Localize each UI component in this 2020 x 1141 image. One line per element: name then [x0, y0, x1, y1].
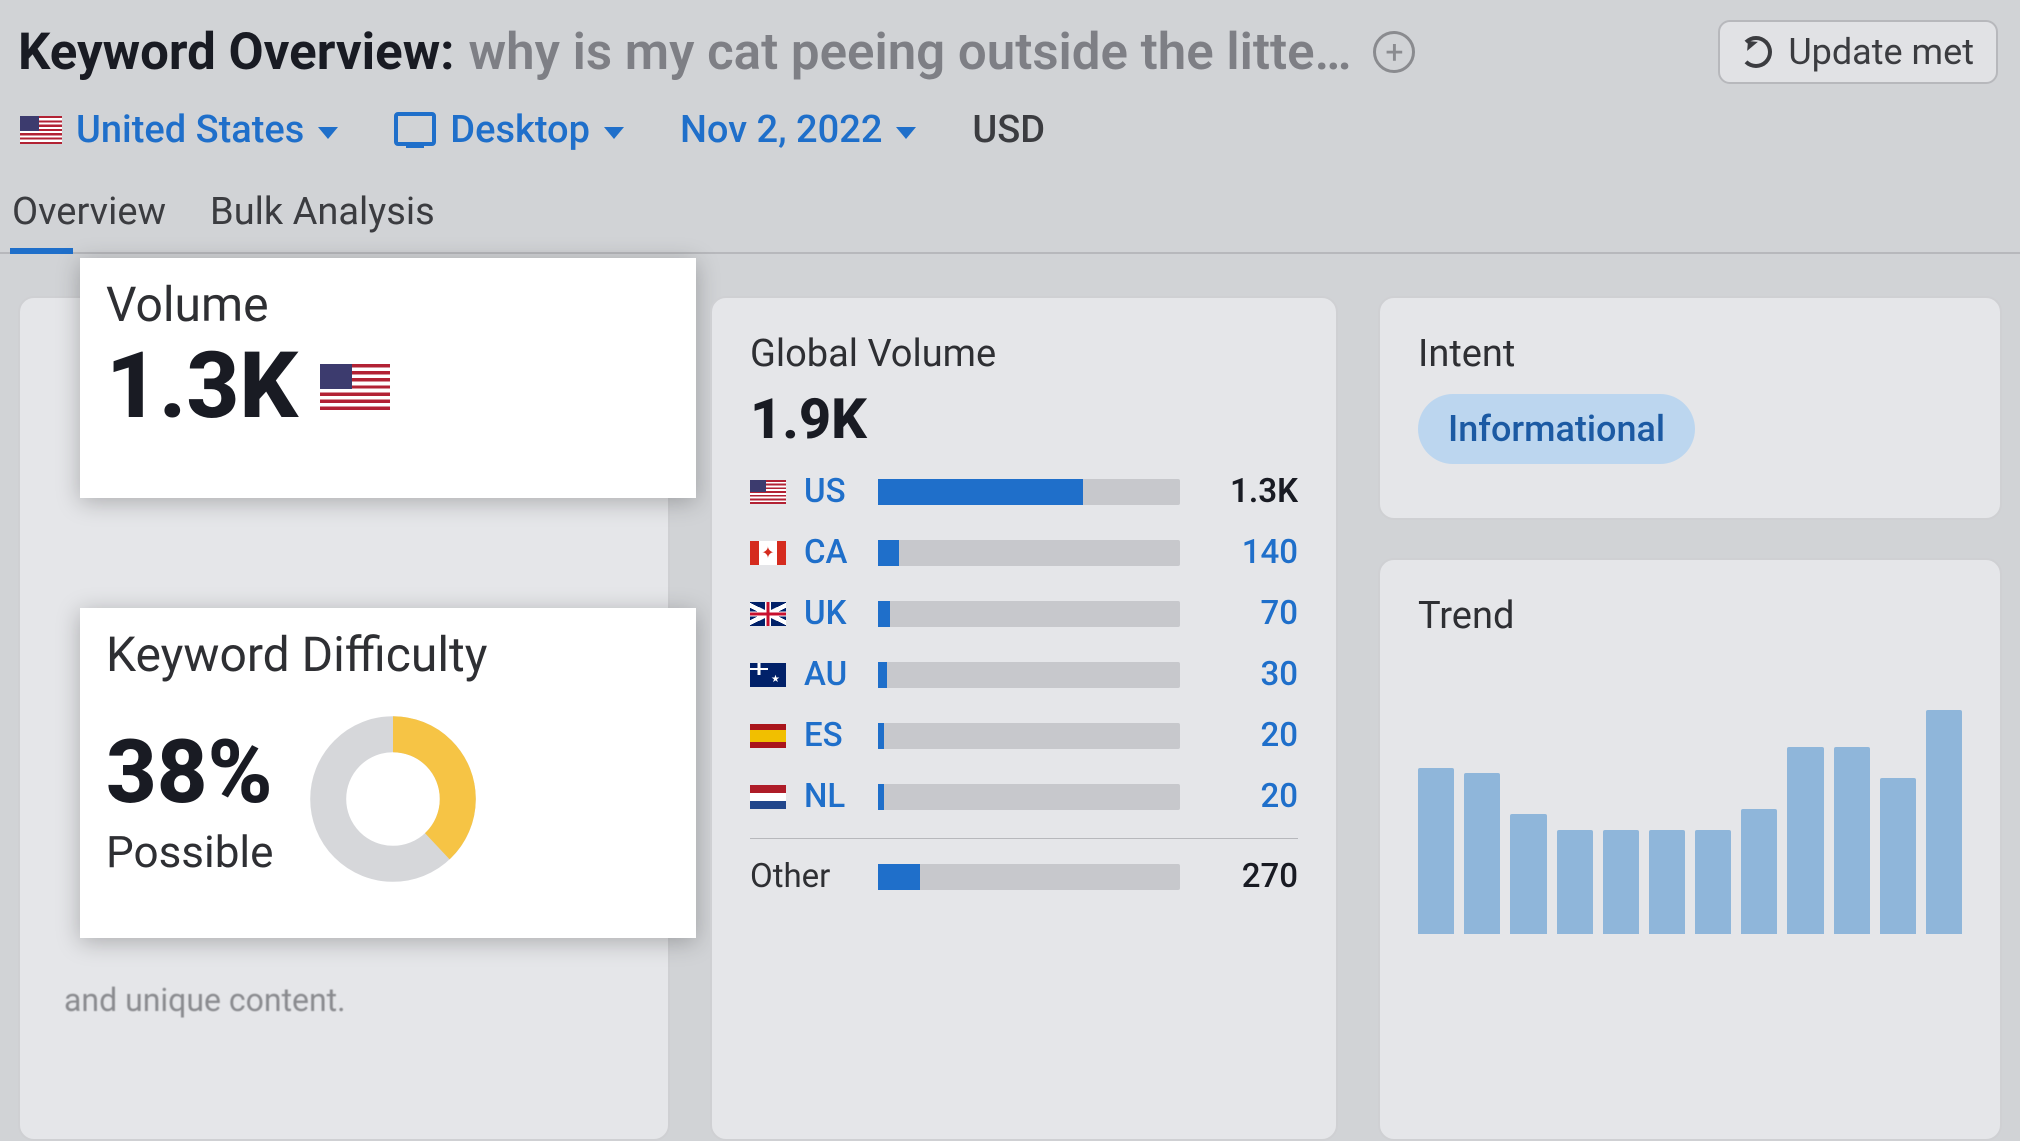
kd-label: Keyword Difficulty — [106, 626, 670, 683]
gv-country-code[interactable]: NL — [804, 777, 860, 816]
country-filter[interactable]: United States — [20, 108, 338, 152]
global-volume-row[interactable]: ES 20 — [750, 716, 1298, 755]
update-metrics-button[interactable]: Update met — [1718, 20, 1998, 84]
gv-bar — [878, 540, 899, 566]
gv-value: 140 — [1198, 533, 1298, 572]
gv-country-code[interactable]: ES — [804, 716, 860, 755]
device-filter-label: Desktop — [450, 108, 590, 152]
us-flag-icon — [320, 364, 390, 410]
trend-bar-chart — [1418, 674, 1962, 934]
refresh-icon — [1740, 36, 1772, 68]
country-filter-label: United States — [76, 108, 304, 152]
kd-description-fragment: and unique content. — [64, 981, 346, 1019]
trend-bar — [1557, 830, 1593, 934]
gv-bar — [878, 662, 887, 688]
trend-bar — [1880, 778, 1916, 934]
volume-value: 1.3K — [106, 341, 298, 433]
desktop-icon — [394, 112, 436, 148]
gv-value: 20 — [1198, 777, 1298, 816]
chevron-down-icon — [318, 127, 338, 139]
global-volume-row[interactable]: UK 70 — [750, 594, 1298, 633]
gv-value: 1.3K — [1198, 472, 1298, 511]
us-flag-icon — [20, 116, 62, 144]
page-title-prefix: Keyword Overview: — [18, 23, 455, 82]
date-filter-label: Nov 2, 2022 — [680, 108, 882, 152]
volume-highlight: Volume 1.3K — [80, 258, 696, 498]
intent-label: Intent — [1418, 332, 1962, 376]
gv-bar — [878, 601, 890, 627]
gv-country-code[interactable]: CA — [804, 533, 860, 572]
gv-bar — [878, 723, 884, 749]
tab-overview[interactable]: Overview — [10, 176, 168, 252]
global-volume-label: Global Volume — [750, 332, 1298, 376]
intent-badge[interactable]: Informational — [1418, 394, 1695, 464]
trend-bar — [1695, 830, 1731, 934]
gv-value: 20 — [1198, 716, 1298, 755]
es-flag-icon — [750, 724, 786, 748]
trend-card: Trend — [1378, 558, 2002, 1141]
trend-bar — [1464, 773, 1500, 934]
global-volume-list: US 1.3K CA 140 UK 70 AU 30 ES 20 NL 20 — [750, 472, 1298, 816]
global-volume-row[interactable]: US 1.3K — [750, 472, 1298, 511]
trend-bar — [1603, 830, 1639, 934]
trend-bar — [1926, 710, 1962, 934]
tab-bulk-analysis[interactable]: Bulk Analysis — [208, 176, 437, 252]
kd-value: 38% — [106, 721, 273, 824]
kd-rating: Possible — [106, 826, 273, 878]
gv-country-code[interactable]: AU — [804, 655, 860, 694]
global-volume-other-row: Other 270 — [750, 857, 1298, 896]
trend-bar — [1649, 830, 1685, 934]
global-volume-total: 1.9K — [750, 386, 1298, 452]
volume-label: Volume — [106, 276, 670, 333]
date-filter[interactable]: Nov 2, 2022 — [680, 108, 916, 152]
gv-other-bar — [878, 864, 920, 890]
trend-bar — [1834, 747, 1870, 934]
gv-bar — [878, 784, 884, 810]
global-volume-row[interactable]: CA 140 — [750, 533, 1298, 572]
global-volume-card: Global Volume 1.9K US 1.3K CA 140 UK 70 AU 30 ES… — [710, 296, 1338, 1141]
currency-label: USD — [972, 108, 1045, 152]
trend-label: Trend — [1418, 594, 1962, 638]
uk-flag-icon — [750, 602, 786, 626]
kd-donut-chart — [303, 709, 483, 889]
update-metrics-label: Update met — [1788, 31, 1974, 73]
intent-card: Intent Informational — [1378, 296, 2002, 520]
tab-bar: Overview Bulk Analysis — [0, 176, 2020, 254]
chevron-down-icon — [896, 127, 916, 139]
page-title-keyword: why is my cat peeing outside the litte… — [469, 23, 1352, 82]
ca-flag-icon — [750, 541, 786, 565]
au-flag-icon — [750, 663, 786, 687]
filter-bar: United States Desktop Nov 2, 2022 USD — [0, 94, 2020, 176]
trend-bar — [1418, 768, 1454, 934]
content-row: and unique content. Volume 1.3K Keyword … — [0, 254, 2020, 1141]
add-keyword-icon[interactable]: + — [1373, 31, 1415, 73]
gv-country-code[interactable]: UK — [804, 594, 860, 633]
gv-value: 70 — [1198, 594, 1298, 633]
global-volume-row[interactable]: NL 20 — [750, 777, 1298, 816]
us-flag-icon — [750, 480, 786, 504]
volume-kd-card: and unique content. Volume 1.3K Keyword … — [18, 296, 670, 1141]
gv-other-value: 270 — [1198, 857, 1298, 896]
gv-other-label: Other — [750, 857, 860, 896]
divider — [750, 838, 1298, 839]
page-header: Keyword Overview: why is my cat peeing o… — [0, 0, 2020, 94]
nl-flag-icon — [750, 785, 786, 809]
gv-country-code[interactable]: US — [804, 472, 860, 511]
global-volume-row[interactable]: AU 30 — [750, 655, 1298, 694]
gv-value: 30 — [1198, 655, 1298, 694]
device-filter[interactable]: Desktop — [394, 108, 624, 152]
keyword-difficulty-highlight: Keyword Difficulty 38% Possible — [80, 608, 696, 938]
trend-bar — [1741, 809, 1777, 934]
trend-bar — [1787, 747, 1823, 934]
chevron-down-icon — [604, 127, 624, 139]
right-column: Intent Informational Trend — [1378, 296, 2002, 1141]
gv-bar — [878, 479, 1083, 505]
trend-bar — [1510, 814, 1546, 934]
